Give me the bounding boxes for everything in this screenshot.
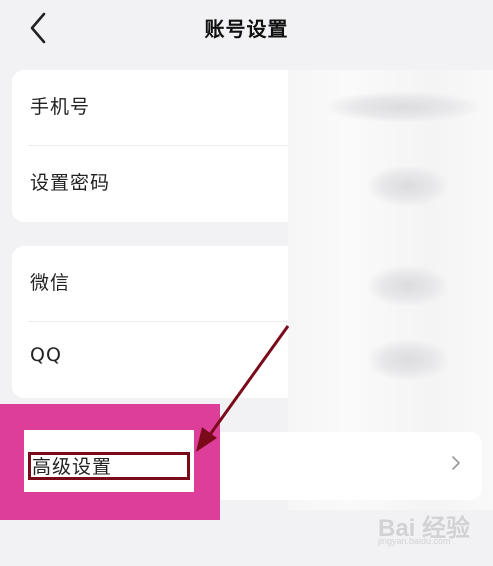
watermark-url: jingyan.baidu.com — [378, 536, 451, 546]
baidu-watermark: Bai 经验 jingyan.baidu.com — [378, 508, 488, 552]
annotation-arrow — [196, 325, 290, 452]
